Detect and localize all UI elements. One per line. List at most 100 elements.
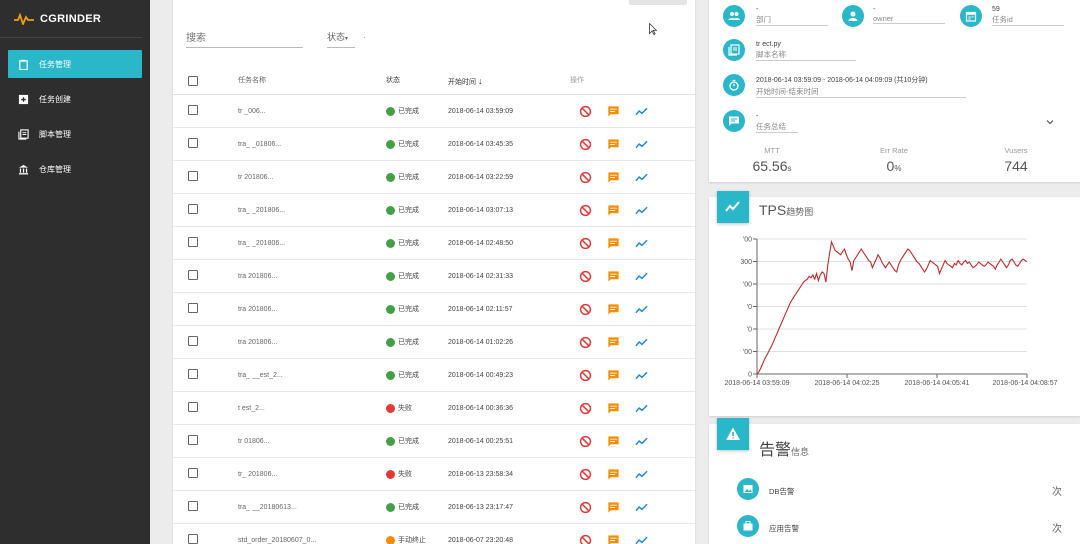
stop-icon[interactable]	[577, 434, 593, 448]
task-name[interactable]: tr _006...	[238, 95, 266, 128]
trend-chart-icon[interactable]	[633, 269, 649, 283]
row-actions	[577, 137, 649, 151]
chevron-down-icon[interactable]	[1045, 117, 1055, 127]
task-name[interactable]: std_order_20180607_0...	[238, 524, 316, 544]
comment-icon[interactable]	[605, 401, 621, 415]
table-row[interactable]: std_order_20180607_0... 手动终止 2018-06-07 23…	[173, 524, 695, 544]
stop-icon[interactable]	[577, 203, 593, 217]
stop-icon[interactable]	[577, 500, 593, 514]
trend-chart-icon[interactable]	[633, 236, 649, 250]
comment-icon[interactable]	[605, 533, 621, 544]
table-row[interactable]: tra_ __est_2... 已完成 2018-06-14 00:49:23	[173, 359, 695, 392]
table-row[interactable]: tra_ _01806... 已完成 2018-06-14 03:45:35	[173, 128, 695, 161]
stop-icon[interactable]	[577, 467, 593, 481]
top-action-button[interactable]	[629, 0, 687, 5]
comment-icon[interactable]	[605, 500, 621, 514]
trend-chart-icon[interactable]	[633, 401, 649, 415]
row-checkbox[interactable]	[188, 468, 198, 478]
row-checkbox[interactable]	[188, 501, 198, 511]
trend-chart-icon[interactable]	[633, 533, 649, 544]
table-row[interactable]: tra 201806... 已完成 2018-06-14 01:02:26	[173, 326, 695, 359]
status-filter-dropdown[interactable]: 状态▾ ·	[327, 30, 366, 48]
row-checkbox[interactable]	[188, 435, 198, 445]
sidebar-item-task-management[interactable]: 任务管理	[8, 50, 142, 78]
alert-item-app[interactable]: 应用告警 次	[737, 515, 1062, 541]
task-name[interactable]: tra 201806...	[238, 293, 277, 326]
stop-icon[interactable]	[577, 137, 593, 151]
comment-icon[interactable]	[605, 137, 621, 151]
task-name[interactable]: tra_ __est_2...	[238, 359, 283, 392]
sidebar-item-script-management[interactable]: 脚本管理	[8, 120, 142, 148]
stop-icon[interactable]	[577, 104, 593, 118]
row-checkbox[interactable]	[188, 402, 198, 412]
comment-icon[interactable]	[605, 170, 621, 184]
table-row[interactable]: tra 201806... 已完成 2018-06-14 02:11:57	[173, 293, 695, 326]
task-name[interactable]: tra_ _201806...	[238, 227, 285, 260]
task-name[interactable]: tra 201806...	[238, 326, 277, 359]
stop-icon[interactable]	[577, 269, 593, 283]
table-row[interactable]: tra 201806... 已完成 2018-06-14 02:31:33	[173, 260, 695, 293]
table-row[interactable]: tra_ _201806... 已完成 2018-06-14 02:48:50	[173, 227, 695, 260]
stop-icon[interactable]	[577, 170, 593, 184]
trend-chart-icon[interactable]	[633, 302, 649, 316]
stop-icon[interactable]	[577, 401, 593, 415]
task-name[interactable]: tra_ _01806...	[238, 128, 281, 161]
trend-chart-icon[interactable]	[633, 467, 649, 481]
task-name[interactable]: tra_ _201806...	[238, 194, 285, 227]
comment-icon[interactable]	[605, 434, 621, 448]
task-name[interactable]: tra_ __20180613...	[238, 491, 297, 524]
comment-icon[interactable]	[605, 302, 621, 316]
table-row[interactable]: tr 01806... 已完成 2018-06-14 00:25:51	[173, 425, 695, 458]
row-checkbox[interactable]	[188, 336, 198, 346]
column-header-name[interactable]: 任务名称	[238, 67, 266, 95]
column-header-status[interactable]: 状态	[386, 67, 400, 95]
task-name[interactable]: tr_ 201806...	[238, 458, 277, 491]
table-row[interactable]: tr _006... 已完成 2018-06-14 03:59:09	[173, 95, 695, 128]
row-checkbox[interactable]	[188, 138, 198, 148]
task-name[interactable]: t est_2...	[238, 392, 265, 425]
task-name[interactable]: tra 201806...	[238, 260, 277, 293]
task-name[interactable]: tr 01806...	[238, 425, 270, 458]
comment-icon[interactable]	[605, 269, 621, 283]
sidebar-item-repo-management[interactable]: 仓库管理	[8, 155, 142, 183]
row-checkbox[interactable]	[188, 270, 198, 280]
row-checkbox[interactable]	[188, 171, 198, 181]
comment-icon[interactable]	[605, 467, 621, 481]
trend-chart-icon[interactable]	[633, 434, 649, 448]
sidebar-item-task-create[interactable]: 任务创建	[8, 85, 142, 113]
trend-chart-icon[interactable]	[633, 203, 649, 217]
stop-icon[interactable]	[577, 368, 593, 382]
row-checkbox[interactable]	[188, 303, 198, 313]
stop-icon[interactable]	[577, 302, 593, 316]
comment-icon[interactable]	[605, 236, 621, 250]
trend-chart-icon[interactable]	[633, 368, 649, 382]
stop-icon[interactable]	[577, 236, 593, 250]
alert-item-db[interactable]: DB告警 次	[737, 478, 1062, 504]
comment-icon[interactable]	[605, 368, 621, 382]
row-checkbox[interactable]	[188, 534, 198, 544]
row-checkbox[interactable]	[188, 204, 198, 214]
table-row[interactable]: tr 201806... 已完成 2018-06-14 03:22:59	[173, 161, 695, 194]
search-input[interactable]	[186, 30, 303, 48]
task-name[interactable]: tr 201806...	[238, 161, 273, 194]
stop-icon[interactable]	[577, 533, 593, 544]
row-checkbox[interactable]	[188, 237, 198, 247]
trend-chart-icon[interactable]	[633, 170, 649, 184]
table-row[interactable]: tra_ _201806... 已完成 2018-06-14 03:07:13	[173, 194, 695, 227]
table-row[interactable]: t est_2... 失败 2018-06-14 00:36:36	[173, 392, 695, 425]
select-all-checkbox[interactable]	[188, 76, 198, 86]
comment-icon[interactable]	[605, 104, 621, 118]
trend-chart-icon[interactable]	[633, 335, 649, 349]
comment-icon[interactable]	[605, 335, 621, 349]
row-checkbox[interactable]	[188, 105, 198, 115]
comment-icon[interactable]	[605, 203, 621, 217]
stop-icon[interactable]	[577, 335, 593, 349]
table-row[interactable]: tra_ __20180613... 已完成 2018-06-13 23:17:47	[173, 491, 695, 524]
row-checkbox[interactable]	[188, 369, 198, 379]
column-header-start-time[interactable]: 开始时间 ↓	[448, 67, 482, 97]
x-tick-label: 2018-06-14 04:05:41	[905, 380, 970, 387]
trend-chart-icon[interactable]	[633, 137, 649, 151]
table-row[interactable]: tr_ 201806... 失败 2018-06-13 23:58:34	[173, 458, 695, 491]
trend-chart-icon[interactable]	[633, 104, 649, 118]
trend-chart-icon[interactable]	[633, 500, 649, 514]
